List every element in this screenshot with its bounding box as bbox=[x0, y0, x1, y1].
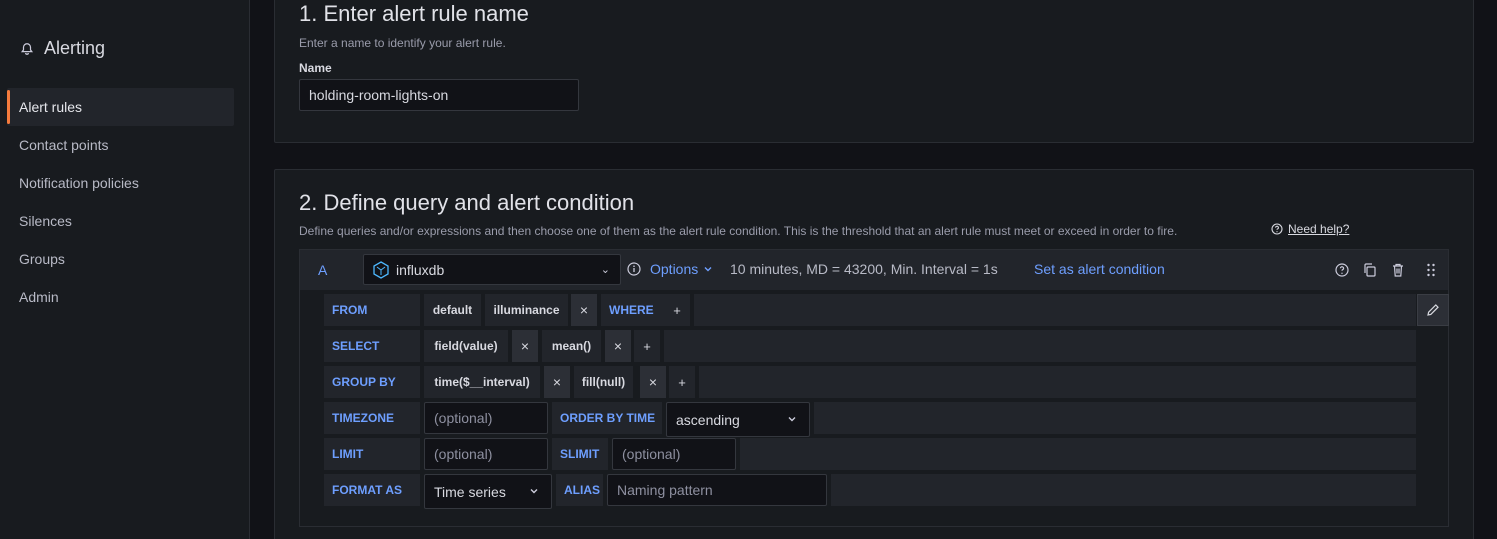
group-time-segment[interactable]: time($__interval) bbox=[424, 366, 540, 398]
limit-keyword: LIMIT bbox=[324, 438, 420, 470]
row-filler bbox=[814, 402, 1416, 434]
remove-group-time-button[interactable]: × bbox=[544, 366, 570, 398]
row-filler bbox=[831, 474, 1416, 506]
edit-raw-query-button[interactable] bbox=[1417, 294, 1449, 326]
chevron-down-icon bbox=[788, 417, 796, 422]
group-by-row: GROUP BY time($__interval) × fill(null) … bbox=[324, 366, 1416, 398]
section2-heading: 2. Define query and alert condition bbox=[299, 190, 635, 215]
query-header: A influxdb ⌄ Options 10 minutes, MD = 43… bbox=[300, 250, 1448, 290]
remove-measurement-button[interactable]: × bbox=[571, 294, 597, 326]
remove-aggregation-button[interactable]: × bbox=[605, 330, 631, 362]
query-ref-id[interactable]: A bbox=[318, 262, 327, 278]
rule-name-input[interactable] bbox=[299, 79, 579, 111]
duplicate-icon[interactable] bbox=[1362, 262, 1378, 278]
sidebar-item-alert-rules[interactable]: Alert rules bbox=[7, 88, 234, 126]
sidebar-item-silences[interactable]: Silences bbox=[7, 202, 234, 240]
sidebar-item-groups[interactable]: Groups bbox=[7, 240, 234, 278]
order-by-time-keyword: ORDER BY TIME bbox=[552, 402, 662, 434]
rule-name-section: 1. Enter alert rule name Enter a name to… bbox=[274, 0, 1474, 143]
timezone-row: TIMEZONE (optional) ORDER BY TIME ascend… bbox=[324, 402, 1416, 437]
add-where-button[interactable]: + bbox=[664, 294, 690, 326]
sidebar-item-admin[interactable]: Admin bbox=[7, 278, 234, 316]
drag-handle-icon[interactable] bbox=[1423, 262, 1439, 278]
trash-icon[interactable] bbox=[1390, 262, 1406, 278]
pencil-icon bbox=[1427, 304, 1439, 316]
aggregation-segment[interactable]: mean() bbox=[542, 330, 601, 362]
section2-description: Define queries and/or expressions and th… bbox=[299, 224, 1178, 238]
slimit-input[interactable]: (optional) bbox=[612, 438, 736, 470]
query-editor: A influxdb ⌄ Options 10 minutes, MD = 43… bbox=[299, 249, 1449, 527]
chevron-down-icon bbox=[530, 489, 538, 494]
sidebar: Alerting Alert rules Contact points Noti… bbox=[0, 0, 250, 539]
select-keyword: SELECT bbox=[324, 330, 420, 362]
influxdb-icon bbox=[373, 260, 389, 279]
sidebar-title: Alerting bbox=[20, 38, 105, 59]
where-keyword: WHERE bbox=[601, 294, 667, 326]
help-circle-icon bbox=[1271, 223, 1283, 235]
sidebar-title-label: Alerting bbox=[44, 38, 106, 58]
set-alert-condition-button[interactable]: Set as alert condition bbox=[1034, 261, 1165, 277]
format-as-keyword: FORMAT AS bbox=[324, 474, 420, 506]
bell-icon bbox=[20, 42, 34, 55]
add-group-by-button[interactable]: + bbox=[669, 366, 695, 398]
timezone-input[interactable]: (optional) bbox=[424, 402, 548, 434]
options-summary: 10 minutes, MD = 43200, Min. Interval = … bbox=[730, 261, 998, 277]
slimit-keyword: SLIMIT bbox=[552, 438, 608, 470]
limit-row: LIMIT (optional) SLIMIT (optional) bbox=[324, 438, 1416, 470]
format-row: FORMAT AS Time series ALIAS Naming patte… bbox=[324, 474, 1416, 509]
field-segment[interactable]: field(value) bbox=[424, 330, 508, 362]
fill-segment[interactable]: fill(null) bbox=[574, 366, 633, 398]
help-link[interactable]: Need help? bbox=[1271, 222, 1349, 236]
row-filler bbox=[694, 294, 1416, 326]
row-filler bbox=[740, 438, 1416, 470]
alias-keyword: ALIAS bbox=[556, 474, 603, 506]
format-select[interactable]: Time series bbox=[424, 474, 552, 509]
group-by-keyword: GROUP BY bbox=[324, 366, 420, 398]
row-filler bbox=[664, 330, 1416, 362]
datasource-picker[interactable]: influxdb ⌄ bbox=[363, 254, 621, 285]
query-section: 2. Define query and alert condition Defi… bbox=[274, 169, 1474, 539]
row-filler bbox=[699, 366, 1416, 398]
query-options-toggle[interactable]: Options bbox=[650, 261, 713, 277]
order-by-value: ascending bbox=[676, 411, 740, 428]
sidebar-item-notification-policies[interactable]: Notification policies bbox=[7, 164, 234, 202]
measurement-segment[interactable]: illuminance bbox=[485, 294, 568, 326]
order-by-select[interactable]: ascending bbox=[666, 402, 810, 437]
format-value: Time series bbox=[434, 483, 506, 500]
limit-input[interactable]: (optional) bbox=[424, 438, 548, 470]
add-select-button[interactable]: + bbox=[634, 330, 660, 362]
datasource-name: influxdb bbox=[396, 261, 445, 278]
from-row: FROM default illuminance × WHERE + bbox=[324, 294, 1416, 326]
query-help-icon[interactable] bbox=[1334, 262, 1350, 278]
info-icon bbox=[627, 262, 641, 276]
section1-description: Enter a name to identify your alert rule… bbox=[299, 36, 506, 50]
select-row: SELECT field(value) × mean() × + bbox=[324, 330, 1416, 362]
timezone-keyword: TIMEZONE bbox=[324, 402, 420, 434]
name-label: Name bbox=[299, 61, 332, 75]
alias-input[interactable]: Naming pattern bbox=[607, 474, 827, 506]
section1-heading: 1. Enter alert rule name bbox=[299, 1, 529, 26]
from-keyword: FROM bbox=[324, 294, 420, 326]
chevron-down-icon: ⌄ bbox=[600, 264, 610, 276]
help-link-label: Need help? bbox=[1288, 222, 1350, 236]
options-label: Options bbox=[650, 261, 699, 277]
remove-fill-button[interactable]: × bbox=[640, 366, 666, 398]
retention-policy-segment[interactable]: default bbox=[424, 294, 481, 326]
sidebar-item-contact-points[interactable]: Contact points bbox=[7, 126, 234, 164]
remove-field-button[interactable]: × bbox=[512, 330, 538, 362]
chevron-down-icon bbox=[704, 267, 712, 272]
